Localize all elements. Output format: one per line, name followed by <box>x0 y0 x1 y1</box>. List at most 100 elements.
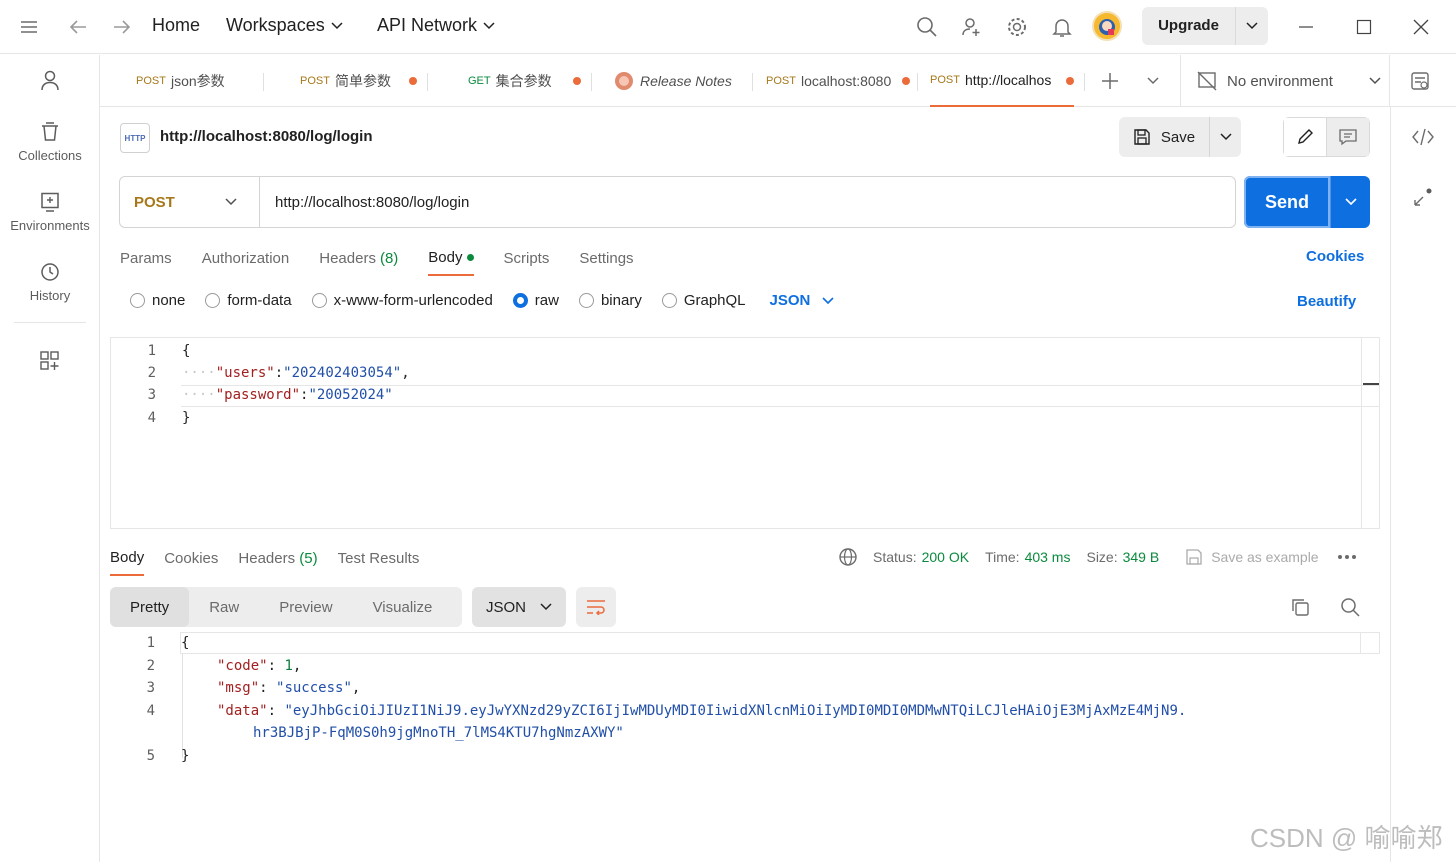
request-body-editor[interactable]: 1 2 3 4 { ····"users":"202402403054", ··… <box>110 337 1380 529</box>
json-value: "202402403054" <box>283 365 402 381</box>
api-network-menu[interactable]: API Network <box>377 15 495 36</box>
tab-label: Cookies <box>164 549 219 567</box>
radio-binary[interactable]: binary <box>578 292 642 309</box>
time-value[interactable]: 403 ms <box>1025 549 1071 565</box>
active-line-highlight <box>180 632 1380 654</box>
tab-settings[interactable]: Settings <box>579 240 633 276</box>
settings-gear-icon[interactable] <box>1003 13 1031 41</box>
send-button[interactable]: Send <box>1244 176 1370 228</box>
new-tab-plus-icon[interactable] <box>1096 67 1124 95</box>
sidebar-item-account[interactable] <box>0 69 100 91</box>
method-select[interactable]: POST <box>120 177 260 227</box>
tab-body[interactable]: Body <box>428 240 474 276</box>
line-number: 1 <box>147 343 156 359</box>
tab-preview[interactable]: Preview <box>259 587 352 627</box>
radio-urlencoded[interactable]: x-www-form-urlencoded <box>311 292 493 309</box>
tab-response-body[interactable]: Body <box>110 540 145 576</box>
language-select[interactable]: JSON <box>770 292 835 309</box>
environment-quick-look-icon[interactable] <box>1406 67 1434 95</box>
size-value[interactable]: 349 B <box>1123 549 1160 565</box>
chevron-down-icon[interactable] <box>1236 22 1268 30</box>
beautify-link[interactable]: Beautify <box>1297 293 1356 310</box>
tab-collection-params[interactable]: GET 集合参数 <box>468 55 588 107</box>
search-response-icon[interactable] <box>1336 593 1364 621</box>
tab-authorization[interactable]: Authorization <box>202 240 290 276</box>
forward-arrow-icon[interactable] <box>108 13 136 41</box>
radio-circle <box>311 293 327 308</box>
related-collections-icon[interactable] <box>1409 183 1437 211</box>
send-dropdown-chevron-icon[interactable] <box>1330 176 1370 228</box>
tab-response-cookies[interactable]: Cookies <box>164 540 218 576</box>
menu-icon[interactable] <box>15 13 43 41</box>
environment-label: No environment <box>1227 72 1333 90</box>
more-options-icon[interactable] <box>1337 554 1357 560</box>
tab-release-notes[interactable]: Release Notes <box>614 55 749 107</box>
viewer-scrollbar[interactable] <box>1360 632 1378 654</box>
home-link[interactable]: Home <box>152 15 200 36</box>
save-dropdown-chevron-icon[interactable] <box>1210 133 1241 141</box>
send-label[interactable]: Send <box>1244 176 1330 228</box>
minimize-icon[interactable] <box>1292 13 1320 41</box>
workspaces-menu[interactable]: Workspaces <box>226 15 343 36</box>
sidebar-item-environments[interactable]: Environments <box>0 192 100 233</box>
tab-pretty[interactable]: Pretty <box>110 587 190 627</box>
sidebar-item-collections[interactable]: Collections <box>0 122 100 163</box>
code-line: ····"password":"20052024" <box>182 387 393 403</box>
cookies-link[interactable]: Cookies <box>1306 248 1364 265</box>
tab-json-params[interactable]: POST json参数 <box>136 55 266 107</box>
environment-selector[interactable]: No environment <box>1180 55 1390 107</box>
tab-test-results[interactable]: Test Results <box>338 540 420 576</box>
radio-form-data[interactable]: form-data <box>205 292 292 309</box>
tab-raw[interactable]: Raw <box>189 587 259 627</box>
avatar[interactable] <box>1092 11 1122 41</box>
notifications-bell-icon[interactable] <box>1048 13 1076 41</box>
maximize-icon[interactable] <box>1350 13 1378 41</box>
tab-localhost[interactable]: POST localhost:8080 <box>766 55 912 107</box>
chevron-down-icon <box>225 198 237 206</box>
upgrade-button[interactable]: Upgrade <box>1142 7 1268 45</box>
tab-response-headers[interactable]: Headers (5) <box>238 540 317 576</box>
sidebar-item-configure[interactable] <box>0 350 100 372</box>
tab-label: Body <box>428 248 463 266</box>
comments-icon[interactable] <box>1327 118 1369 156</box>
url-bar: POST http://localhost:8080/log/login <box>119 176 1236 228</box>
code-snippet-icon[interactable] <box>1409 123 1437 151</box>
tab-headers[interactable]: Headers (8) <box>319 240 398 276</box>
radio-none[interactable]: none <box>130 292 185 309</box>
invite-user-icon[interactable] <box>958 13 986 41</box>
radio-raw[interactable]: raw <box>512 292 559 309</box>
sidebar-item-history[interactable]: History <box>0 262 100 303</box>
line-number: 4 <box>147 410 156 426</box>
tab-visualize[interactable]: Visualize <box>353 587 453 627</box>
tab-scripts[interactable]: Scripts <box>504 240 550 276</box>
radio-graphql[interactable]: GraphQL <box>661 292 746 309</box>
save-button[interactable]: Save <box>1119 117 1241 157</box>
tab-label: Body <box>110 548 145 566</box>
tabs-dropdown-chevron-icon[interactable] <box>1139 67 1167 95</box>
edit-pencil-icon[interactable] <box>1284 118 1327 156</box>
globe-icon[interactable] <box>838 547 858 567</box>
url-input[interactable]: http://localhost:8080/log/login <box>260 194 469 211</box>
tab-simple-params[interactable]: POST 简单参数 <box>300 55 425 107</box>
tab-active-request[interactable]: POST http://localhos <box>930 55 1074 107</box>
history-clock-icon <box>41 263 59 281</box>
request-title[interactable]: http://localhost:8080/log/login <box>160 128 373 145</box>
sidebar-item-label: Collections <box>18 148 82 163</box>
response-body-viewer[interactable]: 1 2 3 4 5 { "code": 1, "msg": "success",… <box>110 632 1380 832</box>
tab-label: Test Results <box>337 549 420 567</box>
size-label: Size: <box>1086 549 1118 565</box>
close-icon[interactable] <box>1407 13 1435 41</box>
radio-label: x-www-form-urlencoded <box>333 292 493 309</box>
user-icon <box>41 70 59 91</box>
save-as-example-button[interactable]: Save as example <box>1211 549 1318 565</box>
editor-scrollbar[interactable] <box>1361 338 1379 528</box>
save-button-main[interactable]: Save <box>1119 117 1210 157</box>
copy-icon[interactable] <box>1286 593 1314 621</box>
wrap-lines-button[interactable] <box>576 587 616 627</box>
back-arrow-icon[interactable] <box>64 13 92 41</box>
tab-params[interactable]: Params <box>120 240 172 276</box>
response-view-tabs: Pretty Raw Preview Visualize <box>110 587 462 627</box>
search-icon[interactable] <box>913 13 941 41</box>
response-format-select[interactable]: JSON <box>472 587 566 627</box>
status-value[interactable]: 200 OK <box>922 549 969 565</box>
